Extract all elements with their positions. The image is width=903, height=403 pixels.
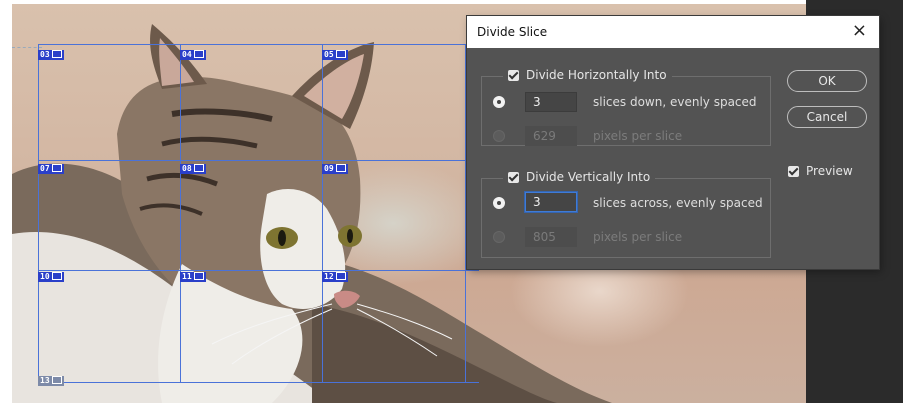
slice-icon: [335, 163, 346, 172]
divide-horizontally-label: Divide Horizontally Into: [526, 68, 667, 82]
pixels-per-slice-vertical-field: [525, 227, 577, 247]
radio-slices-down[interactable]: [493, 96, 505, 108]
divide-slice-dialog: Divide Slice × Divide Horizontally Into …: [467, 16, 879, 269]
slice-icon: [335, 49, 346, 58]
close-icon[interactable]: ×: [852, 21, 867, 41]
slice-icon: [193, 163, 204, 172]
slice-line-vertical[interactable]: [180, 44, 181, 383]
slice-icon: [193, 271, 204, 280]
preview-checkbox[interactable]: Preview: [788, 164, 853, 178]
dialog-titlebar[interactable]: Divide Slice ×: [467, 16, 879, 48]
slice-tag[interactable]: 10: [38, 271, 64, 282]
slice-tag[interactable]: 05: [322, 49, 348, 60]
slice-icon: [335, 271, 346, 280]
slice-tag[interactable]: 12: [322, 271, 348, 282]
slice-icon: [193, 49, 204, 58]
slice-line-vertical[interactable]: [465, 44, 466, 383]
divide-vertically-checkbox[interactable]: Divide Vertically Into: [503, 170, 656, 184]
checkbox-checked-icon: [508, 69, 519, 81]
slice-icon: [51, 163, 62, 172]
preview-label: Preview: [806, 164, 853, 178]
slice-tag[interactable]: 13: [38, 375, 64, 386]
slice-icon: [51, 271, 62, 280]
slice-tag[interactable]: 11: [180, 271, 206, 282]
slice-icon: [51, 375, 62, 384]
slice-line-horizontal[interactable]: [38, 44, 479, 45]
ok-button[interactable]: OK: [787, 70, 867, 92]
radio-pixels-per-slice-horizontal[interactable]: [493, 130, 505, 142]
divide-vertically-label: Divide Vertically Into: [526, 170, 651, 184]
checkbox-checked-icon: [788, 165, 799, 177]
slices-down-label: slices down, evenly spaced: [593, 95, 757, 109]
radio-slices-across[interactable]: [493, 197, 505, 209]
divide-horizontally-checkbox[interactable]: Divide Horizontally Into: [503, 68, 672, 82]
slice-line-vertical[interactable]: [322, 44, 323, 383]
slice-line-horizontal[interactable]: [38, 382, 479, 383]
radio-pixels-per-slice-vertical[interactable]: [493, 231, 505, 243]
dialog-title: Divide Slice: [477, 25, 548, 39]
slice-icon: [51, 49, 62, 58]
slice-tag[interactable]: 04: [180, 49, 206, 60]
slice-tag[interactable]: 08: [180, 163, 206, 174]
slice-line-horizontal[interactable]: [38, 270, 479, 271]
slices-down-field[interactable]: [525, 92, 577, 112]
slices-across-field[interactable]: [525, 192, 577, 212]
checkbox-checked-icon: [508, 171, 519, 183]
pixels-per-slice-horizontal-label: pixels per slice: [593, 129, 683, 143]
slice-line-horizontal[interactable]: [38, 160, 479, 161]
slice-tag[interactable]: 09: [322, 163, 348, 174]
slice-line-vertical[interactable]: [38, 44, 39, 383]
pixels-per-slice-vertical-label: pixels per slice: [593, 230, 683, 244]
pixels-per-slice-horizontal-field: [525, 126, 577, 146]
slices-across-label: slices across, evenly spaced: [593, 196, 763, 210]
slice-tag[interactable]: 07: [38, 163, 64, 174]
cancel-button[interactable]: Cancel: [787, 106, 867, 128]
slice-tag[interactable]: 03: [38, 49, 64, 60]
